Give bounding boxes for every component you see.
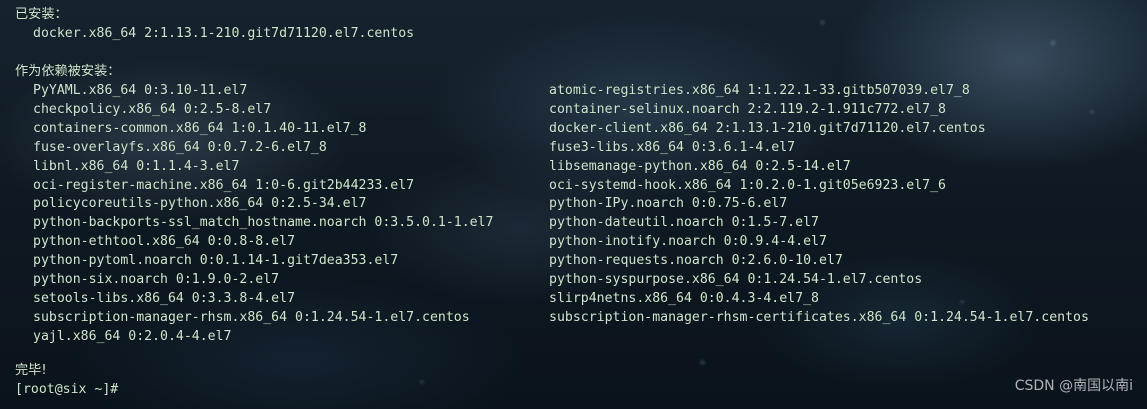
dependency-package: python-IPy.noarch 0:0.75-6.el7 <box>549 196 788 212</box>
dependency-package: python-syspurpose.x86_64 0:1.24.54-1.el7… <box>549 272 923 287</box>
dependency-package: python-inotify.noarch 0:0.9.4-4.el7 <box>549 234 827 250</box>
dependency-package: atomic-registries.x86_64 1:1.22.1-33.git… <box>549 83 970 98</box>
dependency-package: python-pytoml.noarch 0:0.1.14-1.git7dea3… <box>33 253 399 269</box>
installed-header: 已安装： <box>15 7 68 22</box>
dependency-package: fuse-overlayfs.x86_64 0:0.7.2-6.el7_8 <box>33 139 327 155</box>
dependency-package: python-backports-ssl_match_hostname.noar… <box>33 215 494 231</box>
dependency-package: python-requests.noarch 0:2.6.0-10.el7 <box>549 253 843 269</box>
dependency-package: oci-register-machine.x86_64 1:0-6.git2b4… <box>33 177 415 193</box>
dependencies-header: 作为依赖被安装： <box>15 64 121 79</box>
dependency-package: libnl.x86_64 0:1.1.4-3.el7 <box>33 158 240 174</box>
installed-package: docker.x86_64 2:1.13.1-210.git7d71120.el… <box>33 26 415 41</box>
dependency-package: libsemanage-python.x86_64 0:2.5-14.el7 <box>549 158 851 174</box>
shell-prompt[interactable]: [root@six ~]# <box>15 381 118 400</box>
dependency-package: subscription-manager-rhsm-certificates.x… <box>549 309 1089 325</box>
dependency-package: containers-common.x86_64 1:0.1.40-11.el7… <box>33 120 367 136</box>
dependency-package: docker-client.x86_64 2:1.13.1-210.git7d7… <box>549 120 986 136</box>
dependency-package: container-selinux.noarch 2:2.119.2-1.911… <box>549 101 946 117</box>
dependency-package: slirp4netns.x86_64 0:0.4.3-4.el7_8 <box>549 290 819 306</box>
complete-message: 完毕! <box>15 363 47 378</box>
dependency-package: yajl.x86_64 0:2.0.4-4.el7 <box>33 328 232 344</box>
terminal-window[interactable]: 已安装： docker.x86_64 2:1.13.1-210.git7d711… <box>0 0 1147 409</box>
dependency-package: policycoreutils-python.x86_64 0:2.5-34.e… <box>33 196 367 212</box>
dependency-package: setools-libs.x86_64 0:3.3.8-4.el7 <box>33 290 296 306</box>
dependency-package: subscription-manager-rhsm.x86_64 0:1.24.… <box>33 309 470 325</box>
dependency-package: PyYAML.x86_64 0:3.10-11.el7 <box>33 83 248 98</box>
dependency-package: oci-systemd-hook.x86_64 1:0.2.0-1.git05e… <box>549 177 946 193</box>
csdn-watermark: CSDN @南国以南i <box>1014 378 1133 394</box>
dependency-package: python-six.noarch 0:1.9.0-2.el7 <box>33 272 280 287</box>
dependency-package: checkpolicy.x86_64 0:2.5-8.el7 <box>33 101 272 117</box>
dependency-package: fuse3-libs.x86_64 0:3.6.1-4.el7 <box>549 139 796 155</box>
dependency-package: python-ethtool.x86_64 0:0.8-8.el7 <box>33 234 296 250</box>
dependency-package: python-dateutil.noarch 0:1.5-7.el7 <box>549 215 819 231</box>
